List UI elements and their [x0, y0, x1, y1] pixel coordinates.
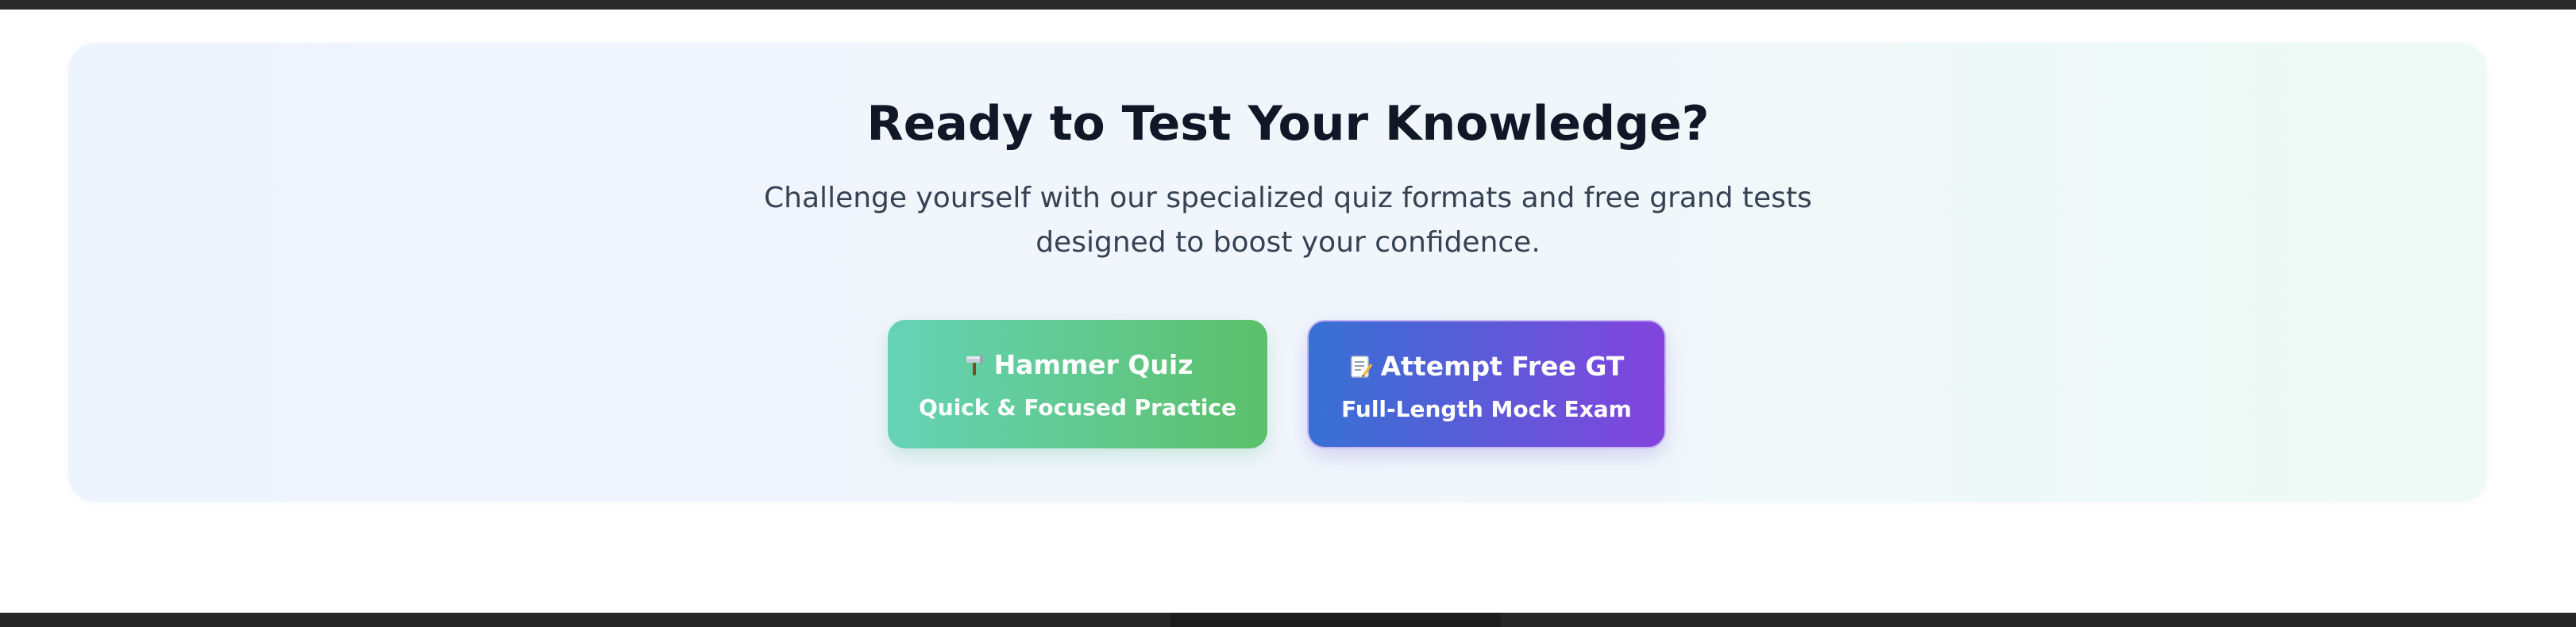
- attempt-free-gt-title-row: Attempt Free GT: [1309, 347, 1664, 390]
- bottom-page-edge: [0, 613, 2576, 627]
- attempt-free-gt-button[interactable]: Attempt Free GT Full-Length Mock Exam: [1307, 320, 1666, 448]
- attempt-free-gt-subtitle: Full-Length Mock Exam: [1341, 396, 1632, 422]
- memo-icon: [1349, 350, 1373, 390]
- hammer-quiz-title-row: Hammer Quiz: [888, 345, 1267, 388]
- bottom-page-edge-block: [1170, 613, 1501, 627]
- hammer-quiz-title: Hammer Quiz: [993, 349, 1194, 380]
- hammer-quiz-button[interactable]: Hammer Quiz Quick & Focused Practice: [888, 320, 1267, 448]
- cta-subtitle: Challenge yourself with our specialized …: [764, 182, 1812, 259]
- cta-title: Ready to Test Your Knowledge?: [866, 96, 1710, 152]
- attempt-free-gt-title: Attempt Free GT: [1380, 351, 1625, 382]
- hammer-quiz-subtitle: Quick & Focused Practice: [918, 394, 1237, 421]
- hammer-icon: [962, 348, 986, 388]
- top-page-edge: [0, 0, 2576, 10]
